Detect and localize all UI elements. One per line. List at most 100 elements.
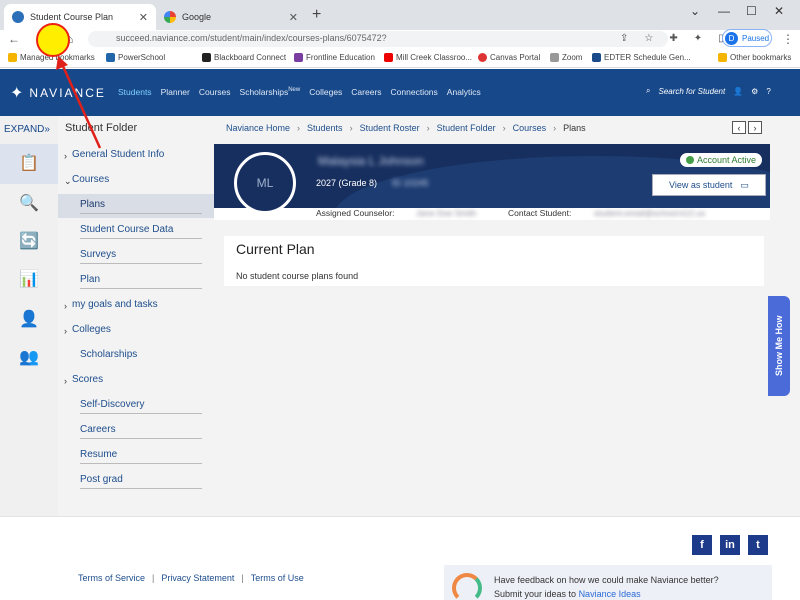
bookmark-icon [592, 53, 601, 62]
chevron-icon: ⌄ [64, 175, 72, 186]
naviance-ideas-link[interactable]: Naviance Ideas [579, 589, 641, 599]
refresh-user-icon[interactable]: 🔄 [18, 230, 40, 252]
counselor-value[interactable]: Jane Doe Smith [416, 208, 476, 218]
close-icon[interactable]: ✕ [139, 11, 148, 24]
sidebar-item-careers[interactable]: Careers [58, 419, 214, 443]
sidebar-item-plan[interactable]: Plan [58, 269, 214, 293]
browser-tab-bar: Student Course Plan ✕ Google ✕ + ⌄ — ☐ ✕ [0, 0, 800, 30]
nav-planner[interactable]: Planner [161, 87, 190, 97]
puzzle-icon[interactable]: ✦ [694, 33, 702, 44]
profile-button[interactable]: D Paused [722, 29, 772, 47]
plan-title: Current Plan [236, 241, 315, 257]
sidebar-item-self-discovery[interactable]: Self-Discovery [58, 394, 214, 418]
nav-careers[interactable]: Careers [351, 87, 381, 97]
window-close-icon[interactable]: ✕ [774, 4, 784, 18]
more-icon[interactable]: ⋮ [782, 32, 794, 46]
next-student-button[interactable]: › [748, 121, 762, 134]
bookmark-powerschool[interactable]: PowerSchool [106, 53, 165, 62]
avatar: D [725, 31, 738, 45]
back-icon[interactable]: ← [8, 32, 20, 46]
status-badge: Account Active [680, 153, 763, 167]
prev-student-button[interactable]: ‹ [732, 121, 746, 134]
student-list-icon[interactable]: 📋 [18, 152, 40, 174]
extension-icon[interactable]: ✚ [669, 33, 677, 44]
user-icon[interactable]: 👤 [733, 87, 743, 96]
bookmark-edter[interactable]: EDTER Schedule Gen... [592, 53, 691, 62]
chevron-down-icon[interactable]: ⌄ [690, 4, 700, 18]
folder-icon [718, 53, 727, 62]
bookmark-icon [202, 53, 211, 62]
close-icon[interactable]: ✕ [289, 11, 298, 24]
bookmark-zoom[interactable]: Zoom [550, 53, 582, 62]
contact-value[interactable]: student.email@school.k12.us [594, 208, 705, 218]
sidebar-item-plans[interactable]: Plans [58, 194, 214, 218]
report-icon[interactable]: 📊 [18, 268, 40, 290]
terms-of-service-link[interactable]: Terms of Service [78, 573, 145, 583]
search-student-link[interactable]: Search for Student [658, 87, 725, 96]
student-info-bar: Assigned Counselor: Jane Doe Smith Conta… [214, 208, 770, 220]
nav-analytics[interactable]: Analytics [447, 87, 481, 97]
user-settings-icon[interactable]: 👤 [18, 308, 40, 330]
student-id: ID 10245 [392, 178, 429, 188]
sidebar-item-scores[interactable]: › Scores [58, 369, 214, 393]
nav-students[interactable]: Students [118, 87, 152, 97]
nav-scholarships[interactable]: ScholarshipsNew [240, 87, 301, 97]
sidebar-item-surveys[interactable]: Surveys [58, 244, 214, 268]
sidebar-item-post-grad[interactable]: Post grad [58, 469, 214, 493]
twitter-icon[interactable]: t [748, 535, 768, 555]
help-icon[interactable]: ? [766, 87, 770, 96]
sidebar-item-general-student-info[interactable]: › General Student Info [58, 144, 214, 168]
tab-google[interactable]: Google ✕ [156, 4, 306, 30]
gauge-icon [452, 573, 482, 600]
sidebar-item-label: Surveys [80, 249, 202, 264]
bookmark-millcreek[interactable]: Mill Creek Classroo... [384, 53, 472, 62]
naviance-logo[interactable]: ✦ NAVIANCE [10, 83, 106, 103]
crumb-roster[interactable]: Student Roster [360, 123, 420, 133]
bookmark-icon [294, 53, 303, 62]
linkedin-icon[interactable]: in [720, 535, 740, 555]
sidebar-item-colleges[interactable]: › Colleges [58, 319, 214, 343]
tab-student-course-plan[interactable]: Student Course Plan ✕ [4, 4, 156, 30]
crumb-courses[interactable]: Courses [513, 123, 547, 133]
url-input[interactable]: succeed.naviance.com/student/main/index/… [88, 31, 668, 47]
new-tab-icon[interactable]: + [312, 6, 321, 24]
sidebar-item-resume[interactable]: Resume [58, 444, 214, 468]
sidebar-item-my-goals-and-tasks[interactable]: › my goals and tasks [58, 294, 214, 318]
crumb-students[interactable]: Students [307, 123, 343, 133]
sidebar-item-scholarships[interactable]: Scholarships [58, 344, 214, 368]
facebook-icon[interactable]: f [692, 535, 712, 555]
feedback-panel: Have feedback on how we could make Navia… [444, 565, 772, 600]
maximize-icon[interactable]: ☐ [746, 4, 757, 18]
omnibox-actions: ⇪ ☆ ✚ ✦ ▯ [620, 33, 724, 44]
crumb-home[interactable]: Naviance Home [226, 123, 290, 133]
nav-colleges[interactable]: Colleges [309, 87, 342, 97]
privacy-statement-link[interactable]: Privacy Statement [161, 573, 234, 583]
bookmark-icon [550, 53, 559, 62]
star-icon[interactable]: ☆ [644, 33, 653, 44]
search-icon[interactable]: ⌕ [646, 86, 650, 96]
share-icon[interactable]: ⇪ [620, 33, 628, 44]
minimize-icon[interactable]: — [718, 4, 730, 18]
sidebar-item-label: Plans [80, 199, 202, 214]
bookmark-frontline[interactable]: Frontline Education [294, 53, 375, 62]
address-bar: ← ⌂ succeed.naviance.com/student/main/in… [0, 30, 800, 48]
bookmark-blackboard[interactable]: Blackboard Connect [202, 53, 286, 62]
bookmark-canvas[interactable]: Canvas Portal [478, 53, 540, 62]
search-person-icon[interactable]: 🔍 [18, 192, 40, 214]
nav-connections[interactable]: Connections [391, 87, 438, 97]
show-me-how-button[interactable]: Show Me How [768, 296, 790, 396]
group-transfer-icon[interactable]: 👥 [18, 346, 40, 368]
contact-label: Contact Student: [508, 208, 572, 218]
crumb-folder[interactable]: Student Folder [437, 123, 496, 133]
url-text: succeed.naviance.com/student/main/index/… [116, 33, 387, 43]
nav-courses[interactable]: Courses [199, 87, 231, 97]
bookmark-other[interactable]: Other bookmarks [718, 53, 791, 62]
sidebar-item-courses[interactable]: ⌄ Courses [58, 169, 214, 193]
expand-button[interactable]: EXPAND» [4, 124, 50, 135]
sidebar-item-student-course-data[interactable]: Student Course Data [58, 219, 214, 243]
view-as-student-button[interactable]: View as student ▭ [652, 174, 766, 196]
gear-icon[interactable]: ⚙ [751, 87, 758, 96]
bookmark-icon [106, 53, 115, 62]
check-icon [686, 156, 694, 164]
terms-of-use-link[interactable]: Terms of Use [251, 573, 304, 583]
